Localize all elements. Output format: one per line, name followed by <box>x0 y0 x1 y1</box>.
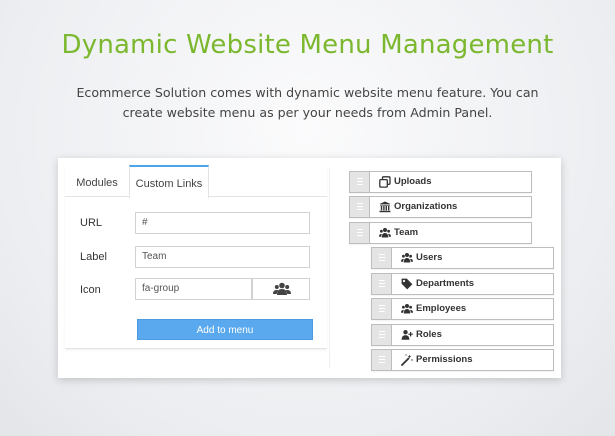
tab-bar: Modules Custom Links <box>65 165 327 198</box>
users-icon <box>401 304 413 314</box>
institution-icon <box>379 201 391 213</box>
icon-picker-button[interactable] <box>252 278 310 300</box>
tab-custom-links[interactable]: Custom Links <box>129 165 209 198</box>
users-icon <box>273 282 291 295</box>
menu-item-label: Departments <box>416 278 475 289</box>
page-subtitle: Ecommerce Solution comes with dynamic we… <box>76 85 539 120</box>
menu-item-departments[interactable]: Departments <box>371 273 554 295</box>
icon-label: Icon <box>80 284 101 296</box>
menu-item-employees[interactable]: Employees <box>371 298 554 320</box>
drag-handle[interactable] <box>372 299 392 319</box>
menu-item-permissions[interactable]: Permissions <box>371 349 554 371</box>
menu-item-label: Employees <box>416 303 467 314</box>
url-label: URL <box>80 217 103 229</box>
drag-handle[interactable] <box>350 172 370 192</box>
drag-handle[interactable] <box>350 223 370 243</box>
menu-item-label: Permissions <box>416 354 473 365</box>
menu-item-label: Users <box>416 252 443 263</box>
menu-item-organizations[interactable]: Organizations <box>349 196 532 218</box>
tag-icon <box>401 278 413 290</box>
menu-item-label: Team <box>394 227 419 238</box>
custom-link-card: Modules Custom Links URL # Label Team Ic… <box>65 165 327 349</box>
label-input[interactable]: Team <box>135 246 310 268</box>
users-icon <box>379 228 391 238</box>
clone-icon <box>379 176 391 188</box>
label-label: Label <box>80 251 107 263</box>
menu-item-label: Uploads <box>394 176 432 187</box>
menu-item-roles[interactable]: Roles <box>371 324 554 346</box>
panel-divider <box>329 168 330 368</box>
screenshot-panel: Modules Custom Links URL # Label Team Ic… <box>58 158 561 378</box>
page-headline: Dynamic Website Menu Management <box>61 30 554 60</box>
drag-handle[interactable] <box>350 197 370 217</box>
drag-handle[interactable] <box>372 274 392 294</box>
drag-handle[interactable] <box>372 248 392 268</box>
menu-item-users[interactable]: Users <box>371 247 554 269</box>
icon-input[interactable]: fa-group <box>135 278 252 300</box>
magic-wand-icon <box>401 354 413 366</box>
url-input[interactable]: # <box>135 212 310 234</box>
menu-item-team[interactable]: Team <box>349 222 532 244</box>
user-plus-icon <box>401 330 413 340</box>
drag-handle[interactable] <box>372 350 392 370</box>
tab-modules[interactable]: Modules <box>65 165 129 197</box>
menu-item-label: Organizations <box>394 201 458 212</box>
add-to-menu-button[interactable]: Add to menu <box>137 319 313 340</box>
users-icon <box>401 253 413 263</box>
drag-handle[interactable] <box>372 325 392 345</box>
menu-item-label: Roles <box>416 329 442 340</box>
menu-item-uploads[interactable]: Uploads <box>349 171 532 193</box>
